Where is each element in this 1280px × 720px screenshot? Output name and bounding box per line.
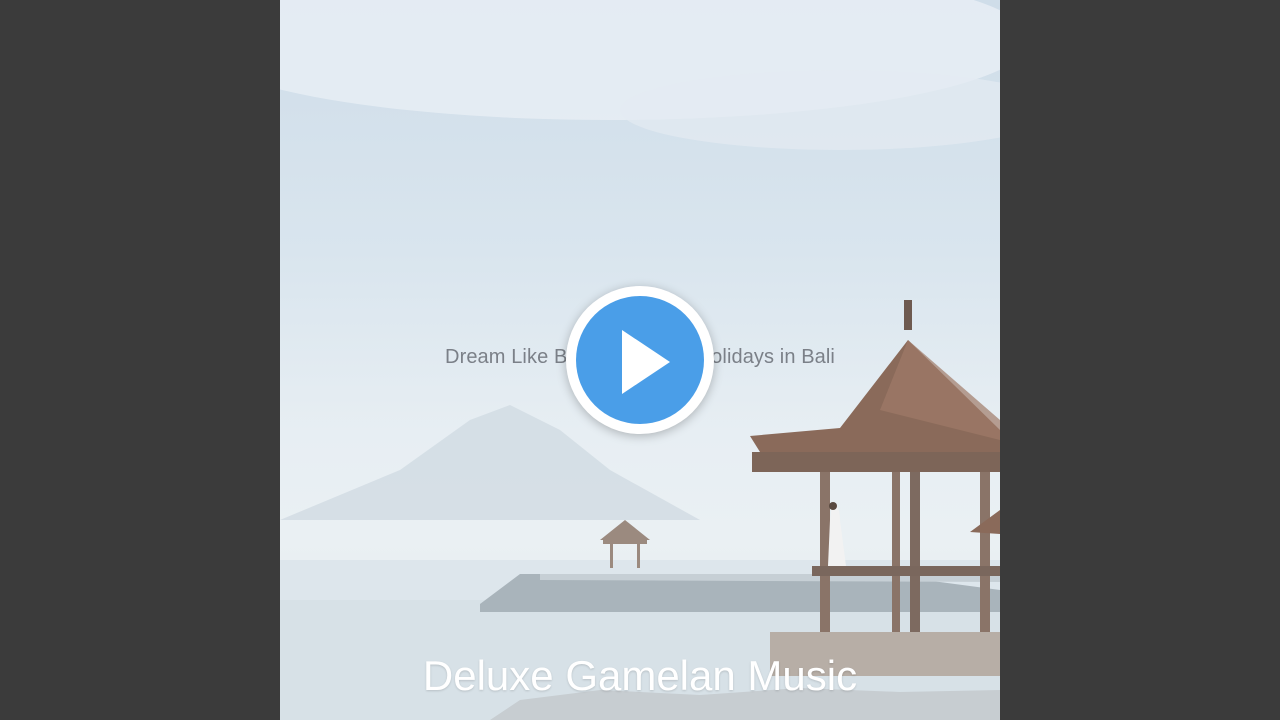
play-button[interactable] bbox=[566, 286, 714, 434]
artist-name: Deluxe Gamelan Music bbox=[422, 652, 858, 699]
play-icon bbox=[622, 330, 670, 394]
